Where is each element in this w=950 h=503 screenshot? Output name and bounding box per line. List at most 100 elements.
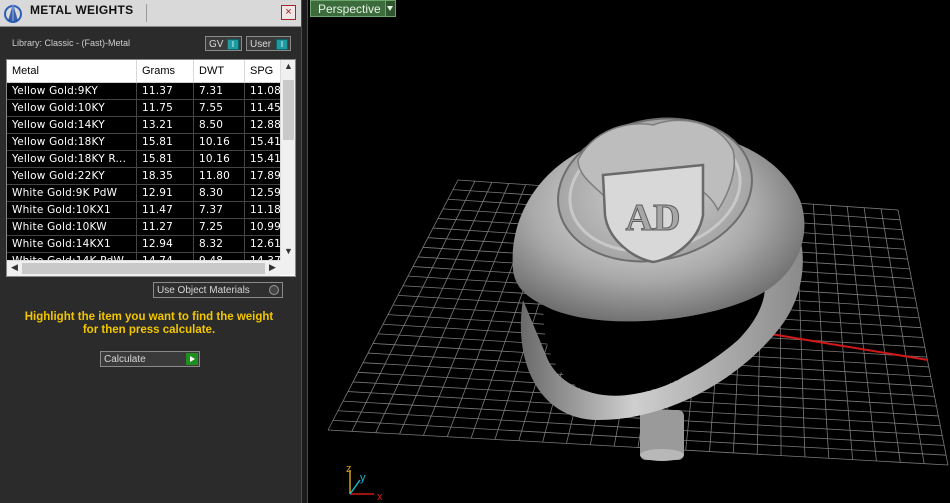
calculate-button[interactable]: Calculate — [100, 351, 200, 367]
panel-title: METAL WEIGHTS — [30, 3, 134, 17]
grams-cell: 12.91 — [137, 185, 194, 201]
metal-cell: Yellow Gold:22KY — [7, 168, 137, 184]
view-mode-label: Perspective — [318, 2, 381, 16]
instruction-text: Highlight the item you want to find the … — [10, 311, 288, 337]
axis-x-label: x — [377, 491, 383, 503]
instruction-line-1: Highlight the item you want to find the … — [24, 311, 274, 323]
calculate-label: Calculate — [104, 354, 146, 365]
close-button[interactable]: × — [281, 5, 296, 20]
vertical-scrollbar[interactable]: ▲ ▼ — [280, 60, 295, 260]
metal-cell: Yellow Gold:10KY — [7, 100, 137, 116]
spg-cell: 11.45 — [245, 100, 281, 116]
panel-titlebar: METAL WEIGHTS × — [0, 0, 301, 27]
dwt-cell: 10.16 — [194, 151, 245, 167]
dwt-cell: 7.37 — [194, 202, 245, 218]
panel-splitter[interactable] — [301, 0, 308, 503]
dwt-cell: 8.30 — [194, 185, 245, 201]
spg-cell: 12.61 — [245, 236, 281, 252]
scroll-corner — [280, 260, 295, 275]
grams-cell: 13.21 — [137, 117, 194, 133]
grid-line — [880, 208, 925, 464]
gv-label: GV — [209, 39, 224, 50]
table-row[interactable]: Yellow Gold:9KY 11.37 7.31 11.08 — [7, 83, 281, 100]
dwt-cell: 7.25 — [194, 219, 245, 235]
dwt-cell: 7.55 — [194, 100, 245, 116]
horizontal-scroll-thumb[interactable] — [22, 263, 265, 274]
grams-cell: 15.81 — [137, 134, 194, 150]
viewport-canvas: AD x z y — [327, 117, 949, 503]
grid-line — [846, 206, 877, 462]
table-row[interactable]: Yellow Gold:18KY R... 15.81 10.16 15.41 — [7, 151, 281, 168]
column-header-dwt[interactable]: DWT — [194, 60, 245, 82]
library-label: Library: Classic - (Fast)-Metal — [12, 38, 131, 48]
metal-table: Metal Grams DWT SPG Yellow Gold:9KY 11.37… — [6, 59, 296, 277]
dwt-cell: 8.32 — [194, 236, 245, 252]
dwt-cell: 7.31 — [194, 83, 245, 99]
grams-cell: 11.37 — [137, 83, 194, 99]
user-toggle-icon: I — [276, 39, 288, 50]
metal-cell: Yellow Gold:18KY — [7, 134, 137, 150]
spg-cell: 15.41 — [245, 151, 281, 167]
metal-cell: White Gold:10KX1 — [7, 202, 137, 218]
table-row[interactable]: Yellow Gold:10KY 11.75 7.55 11.45 — [7, 100, 281, 117]
column-header-grams[interactable]: Grams — [137, 60, 194, 82]
dwt-cell: 11.80 — [194, 168, 245, 184]
gv-toggle-icon: I — [227, 39, 239, 50]
axis-z-label: z — [346, 463, 352, 475]
grams-cell: 11.75 — [137, 100, 194, 116]
grams-cell: 12.94 — [137, 236, 194, 252]
grams-cell: 11.27 — [137, 219, 194, 235]
metal-cell: White Gold:9K PdW — [7, 185, 137, 201]
chevron-down-icon[interactable] — [385, 1, 395, 16]
scroll-down-icon[interactable]: ▼ — [281, 246, 295, 256]
use-object-materials-checkbox[interactable]: Use Object Materials — [153, 282, 283, 298]
table-row[interactable]: Yellow Gold:22KY 18.35 11.80 17.89 — [7, 168, 281, 185]
metal-cell: White Gold:14KX1 — [7, 236, 137, 252]
3d-viewport[interactable]: AD x z y Perspective — [308, 0, 950, 503]
table-row[interactable]: White Gold:14KX1 12.94 8.32 12.61 — [7, 236, 281, 253]
view-mode-dropdown[interactable]: Perspective — [310, 0, 396, 17]
scroll-left-icon[interactable]: ◀ — [7, 262, 22, 273]
spg-cell: 15.41 — [245, 134, 281, 150]
ring-model: AD — [512, 117, 805, 461]
grams-cell: 15.81 — [137, 151, 194, 167]
vertical-scroll-thumb[interactable] — [283, 80, 294, 140]
column-header-metal[interactable]: Metal — [7, 60, 137, 82]
grid-line — [332, 419, 947, 456]
axis-y-label: y — [360, 472, 366, 484]
scroll-up-icon[interactable]: ▲ — [281, 61, 295, 71]
app-logo-icon — [4, 4, 22, 23]
spg-cell: 10.99 — [245, 219, 281, 235]
metal-cell: White Gold:10KW — [7, 219, 137, 235]
grid-line — [829, 205, 854, 460]
table-row[interactable]: Yellow Gold:14KY 13.21 8.50 12.88 — [7, 117, 281, 134]
grams-cell: 18.35 — [137, 168, 194, 184]
instruction-line-2: for then press calculate. — [82, 324, 216, 336]
axis-gizmo: x z y — [346, 463, 383, 503]
user-toggle-button[interactable]: User I — [246, 36, 291, 51]
grid-line — [897, 209, 949, 466]
column-header-spg[interactable]: SPG — [245, 60, 281, 82]
table-header: Metal Grams DWT SPG — [7, 60, 281, 83]
table-row[interactable]: White Gold:10KX1 11.47 7.37 11.18 — [7, 202, 281, 219]
metal-cell: Yellow Gold:9KY — [7, 83, 137, 99]
use-object-materials-label: Use Object Materials — [157, 285, 250, 296]
scroll-right-icon[interactable]: ▶ — [265, 262, 280, 273]
horizontal-scrollbar[interactable]: ◀ ▶ — [7, 260, 280, 276]
gv-toggle-button[interactable]: GV I — [205, 36, 242, 51]
titlebar-separator — [146, 4, 147, 22]
table-row[interactable]: White Gold:9K PdW 12.91 8.30 12.59 — [7, 185, 281, 202]
grams-cell: 11.47 — [137, 202, 194, 218]
play-icon — [186, 353, 198, 365]
table-row[interactable]: Yellow Gold:18KY 15.81 10.16 15.41 — [7, 134, 281, 151]
table-row[interactable]: White Gold:10KW 11.27 7.25 10.99 — [7, 219, 281, 236]
user-label: User — [250, 39, 272, 50]
spg-cell: 17.89 — [245, 168, 281, 184]
metal-weights-panel: METAL WEIGHTS × Library: Classic - (Fast… — [0, 0, 301, 503]
monogram-text: AD — [626, 197, 681, 239]
grid-line — [863, 207, 901, 463]
spg-cell: 12.88 — [245, 117, 281, 133]
dwt-cell: 10.16 — [194, 134, 245, 150]
metal-cell: Yellow Gold:14KY — [7, 117, 137, 133]
grid-line — [327, 429, 949, 466]
